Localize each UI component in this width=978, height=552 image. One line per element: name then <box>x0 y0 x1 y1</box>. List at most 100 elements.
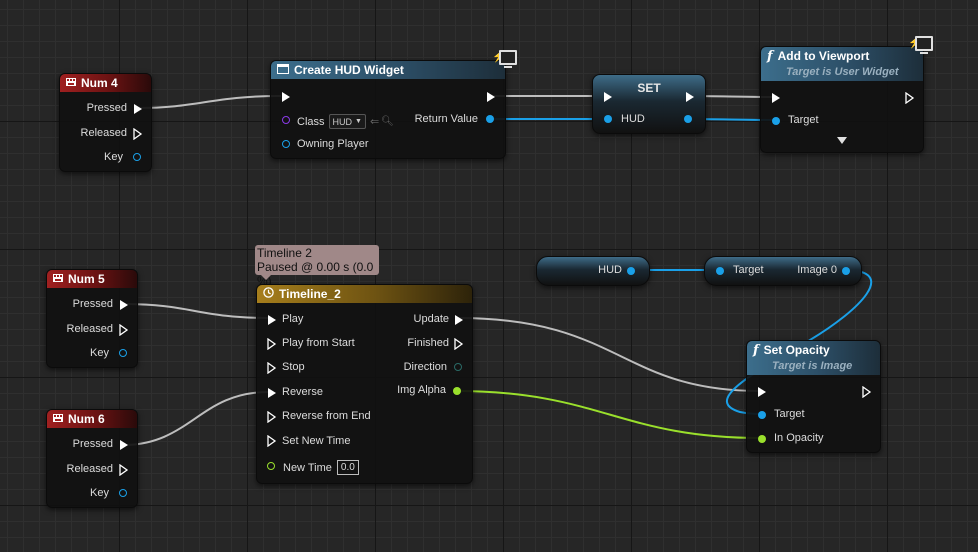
num4-pressed-exec-pin[interactable] <box>134 104 142 114</box>
dropdown-arrow-icon: ▼ <box>355 118 362 125</box>
update-exec-pin[interactable] <box>455 315 463 325</box>
finished-exec-pin[interactable] <box>454 338 464 350</box>
add-viewport-target-row: Target <box>788 114 819 126</box>
num4-pressed-label: Pressed <box>86 102 127 114</box>
timeline-node[interactable]: Timeline_2 Play Play from Start Stop Rev… <box>256 284 473 484</box>
reverse-from-end-exec-pin[interactable] <box>267 411 277 423</box>
num5-event-node[interactable]: Num 5 Pressed Released Key <box>46 269 138 368</box>
set-opacity-header[interactable]: f Set Opacity Target is Image <box>747 341 880 375</box>
num5-pressed-exec-pin[interactable] <box>120 300 128 310</box>
keyboard-icon <box>53 412 63 426</box>
stop-label: Stop <box>282 361 305 373</box>
set-hud-node[interactable]: SET HUD <box>592 74 706 134</box>
reverse-row: Reverse <box>282 386 323 398</box>
create-widget-exec-out[interactable] <box>487 92 495 102</box>
in-opacity-row: In Opacity <box>774 432 824 444</box>
image-getter-target-row: Target <box>733 264 764 276</box>
set-opacity-exec-out[interactable] <box>862 386 872 398</box>
add-viewport-target-pin[interactable] <box>772 117 780 125</box>
num4-key-pin[interactable] <box>133 153 141 161</box>
hud-getter-node[interactable]: HUD <box>536 256 650 286</box>
new-time-input[interactable]: 0.0 <box>336 460 359 475</box>
reverse-from-end-label: Reverse from End <box>282 410 371 422</box>
class-pin[interactable] <box>282 116 290 124</box>
num4-header[interactable]: Num 4 <box>60 74 151 92</box>
timeline-header[interactable]: Timeline_2 <box>257 285 472 303</box>
num5-released-exec-pin[interactable] <box>119 324 129 336</box>
hud-getter-pin[interactable] <box>627 267 635 275</box>
create-widget-title: Create HUD Widget <box>294 63 404 77</box>
new-time-pin[interactable] <box>267 462 275 470</box>
num4-key-label: Key <box>104 151 123 163</box>
num5-header[interactable]: Num 5 <box>47 270 137 288</box>
img-alpha-pin[interactable] <box>453 387 461 395</box>
create-widget-exec-in[interactable] <box>282 92 290 102</box>
num4-title: Num 4 <box>81 76 118 90</box>
set-new-time-row: Set New Time <box>282 435 350 447</box>
num6-pressed-exec-pin[interactable] <box>120 440 128 450</box>
play-from-start-exec-pin[interactable] <box>267 338 277 350</box>
image-getter-target-label: Target <box>733 264 764 276</box>
return-value-pin[interactable] <box>486 115 494 123</box>
num4-event-node[interactable]: Num 4 Pressed Released Key <box>59 73 152 172</box>
tooltip-line1: Timeline 2 <box>257 246 312 260</box>
num6-key-label: Key <box>90 487 109 499</box>
exec-wire-num6-reverse <box>122 391 269 446</box>
set-opacity-node[interactable]: f Set Opacity Target is Image Target In … <box>746 340 881 453</box>
add-to-viewport-node[interactable]: f Add to Viewport Target is User Widget … <box>760 46 924 153</box>
add-viewport-target-label: Target <box>788 114 819 126</box>
num4-released-row: Released <box>81 127 127 139</box>
in-opacity-pin[interactable] <box>758 435 766 443</box>
play-from-start-label: Play from Start <box>282 337 355 349</box>
timeline-tooltip: Timeline 2 Paused @ 0.00 s (0.0 %) <box>255 245 379 288</box>
set-hud-in-pin[interactable] <box>604 115 612 123</box>
image-getter-target-pin[interactable] <box>716 267 724 275</box>
num5-key-label: Key <box>90 347 109 359</box>
play-from-start-row: Play from Start <box>282 337 355 349</box>
play-exec-pin[interactable] <box>268 315 276 325</box>
num6-event-node[interactable]: Num 6 Pressed Released Key <box>46 409 138 508</box>
image-getter-output-row: Image 0 <box>797 264 837 276</box>
add-viewport-exec-in[interactable] <box>772 93 780 103</box>
owning-player-label: Owning Player <box>297 138 369 150</box>
add-viewport-exec-out[interactable] <box>905 92 915 104</box>
finished-row: Finished <box>407 337 449 349</box>
set-hud-out-pin[interactable] <box>684 115 692 123</box>
set-exec-out[interactable] <box>686 92 694 102</box>
num5-key-pin[interactable] <box>119 349 127 357</box>
direction-pin[interactable] <box>454 363 462 371</box>
function-icon: f <box>767 49 773 64</box>
set-opacity-target-pin[interactable] <box>758 411 766 419</box>
exec-wire-update-setopacity <box>457 317 761 392</box>
timeline-title: Timeline_2 <box>279 287 341 301</box>
set-hud-label: HUD <box>621 113 645 125</box>
set-opacity-exec-in[interactable] <box>758 387 766 397</box>
set-hud-row: HUD <box>621 113 645 125</box>
expand-arrow-icon[interactable] <box>837 137 847 144</box>
reverse-exec-pin[interactable] <box>268 388 276 398</box>
owning-player-row: Owning Player <box>297 138 369 150</box>
num4-released-exec-pin[interactable] <box>133 128 143 140</box>
stop-row: Stop <box>282 361 305 373</box>
set-new-time-exec-pin[interactable] <box>267 435 277 447</box>
client-monitor-icon <box>499 50 517 68</box>
float-wire-alpha-opacity <box>454 390 762 439</box>
image-getter-output-pin[interactable] <box>842 267 850 275</box>
create-hud-widget-node[interactable]: Create HUD Widget Class HUD ▼ ⇐ 🔍︎ Return… <box>270 60 506 159</box>
set-exec-in[interactable] <box>604 92 612 102</box>
use-selected-arrow-icon[interactable]: ⇐ <box>370 115 379 128</box>
create-widget-header[interactable]: Create HUD Widget <box>271 61 505 79</box>
exec-wire-num5-play <box>122 303 269 319</box>
stop-exec-pin[interactable] <box>267 362 277 374</box>
class-combo[interactable]: HUD ▼ <box>328 114 366 129</box>
num6-key-pin[interactable] <box>119 489 127 497</box>
add-viewport-header[interactable]: f Add to Viewport Target is User Widget <box>761 47 923 81</box>
num6-header[interactable]: Num 6 <box>47 410 137 428</box>
num6-released-exec-pin[interactable] <box>119 464 129 476</box>
browse-icon[interactable]: 🔍︎ <box>381 116 394 127</box>
class-combo-value: HUD <box>332 116 353 127</box>
image-getter-node[interactable]: Target Image 0 <box>704 256 862 286</box>
set-opacity-target-label: Target <box>774 408 805 420</box>
client-monitor-icon <box>915 36 933 54</box>
owning-player-pin[interactable] <box>282 140 290 148</box>
